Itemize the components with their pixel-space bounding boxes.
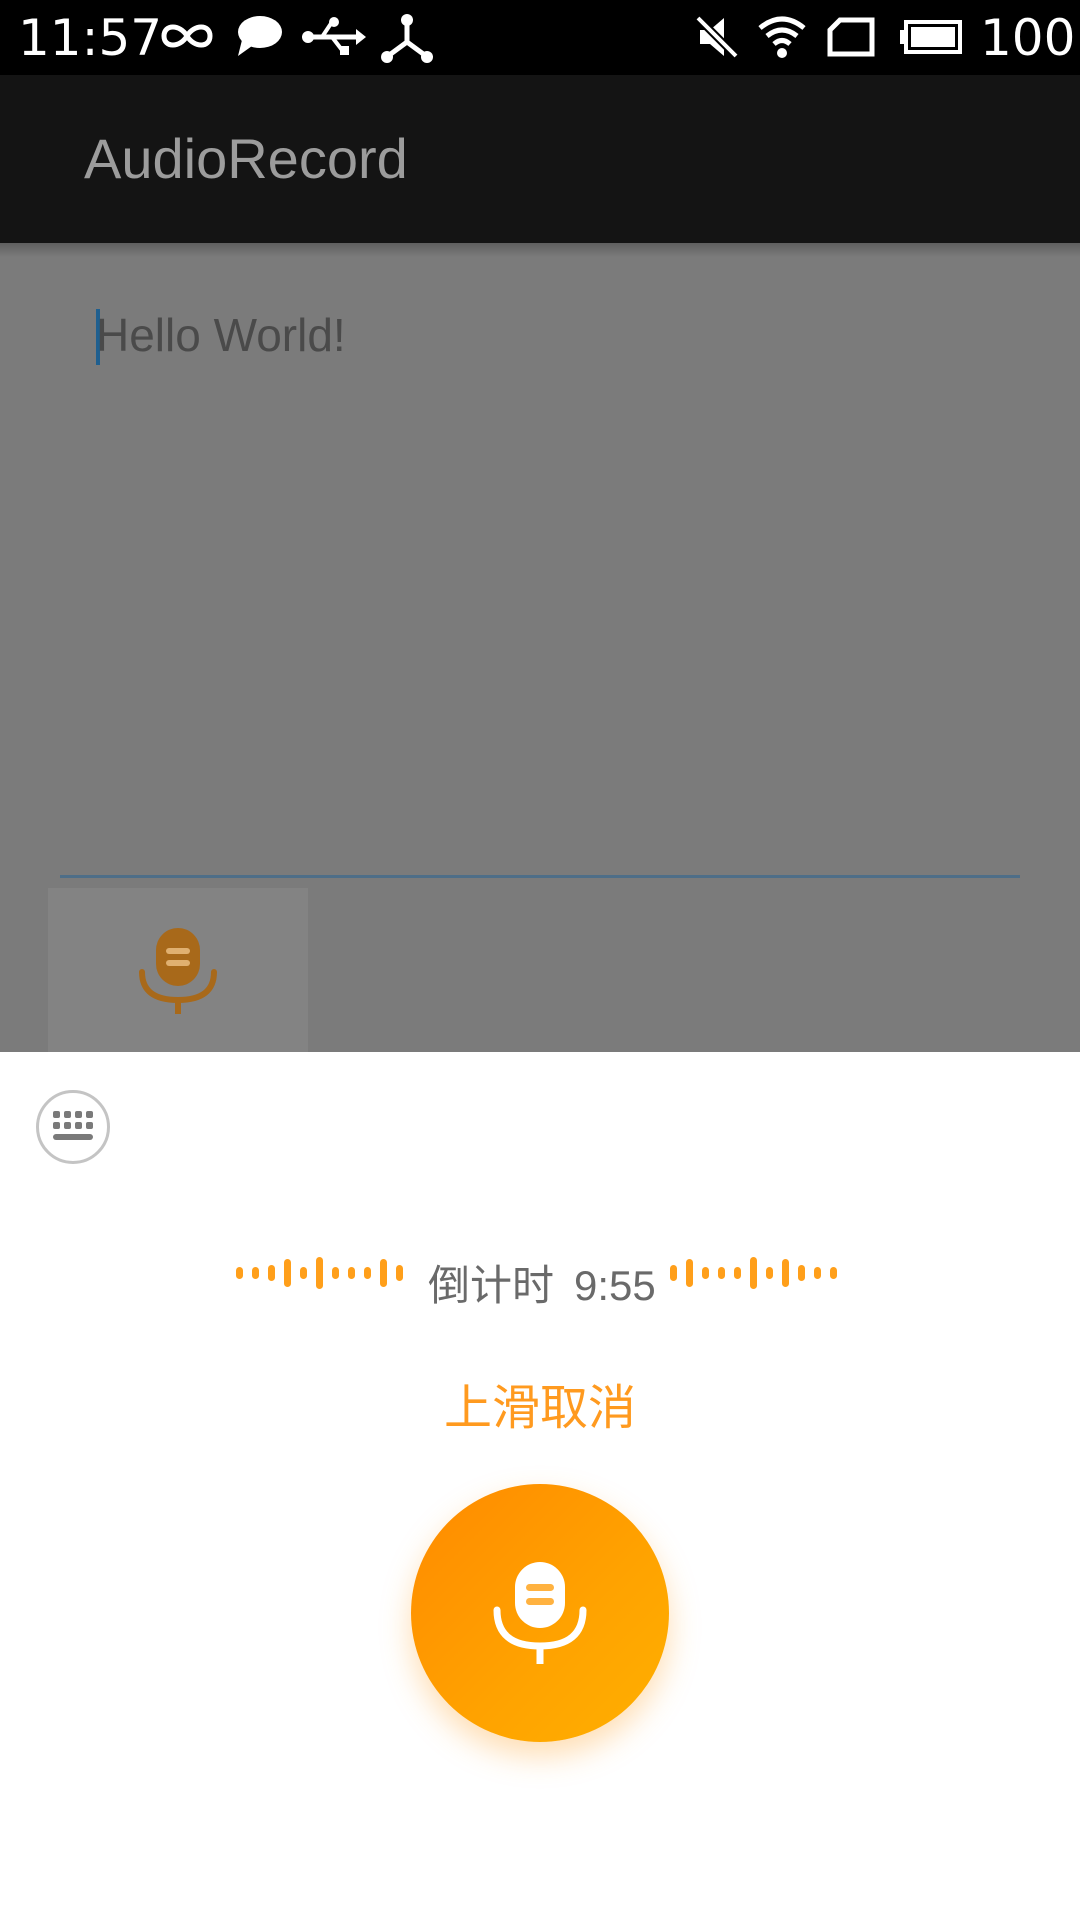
microphone-icon: [139, 928, 217, 1014]
hello-text-field[interactable]: Hello World!: [96, 307, 346, 363]
battery-icon: [900, 20, 962, 54]
swipe-up-cancel-hint: 上滑取消: [443, 1380, 636, 1436]
status-bar: 11:57 100: [0, 0, 1080, 75]
right-waveform-icon: [670, 1257, 837, 1289]
text-field-underline: [60, 875, 1020, 878]
microphone-icon: [493, 1562, 587, 1664]
record-button[interactable]: [411, 1484, 669, 1742]
mute-icon: [695, 15, 739, 59]
status-time: 11:57: [18, 9, 163, 67]
app-bar: AudioRecord: [0, 75, 1080, 243]
countdown-time: 9:55: [574, 1262, 656, 1309]
keyboard-icon: [53, 1111, 93, 1140]
sim-card-icon: [827, 17, 875, 57]
battery-percent: 100: [980, 9, 1076, 67]
voice-input-button[interactable]: [48, 888, 308, 1052]
content-overlay[interactable]: Hello World!: [0, 243, 1080, 1052]
countdown-row: 倒计时 9:55: [0, 1251, 1080, 1321]
app-title: AudioRecord: [84, 127, 408, 190]
countdown-label: 倒计时: [428, 1261, 555, 1310]
left-waveform-icon: [236, 1257, 403, 1289]
chat-bubble-icon: [238, 16, 282, 56]
tethering-icon: [381, 14, 433, 63]
keyboard-toggle-button[interactable]: [36, 1090, 110, 1164]
wifi-icon: [758, 16, 806, 58]
infinity-icon: [161, 24, 213, 48]
usb-icon: [302, 17, 366, 55]
